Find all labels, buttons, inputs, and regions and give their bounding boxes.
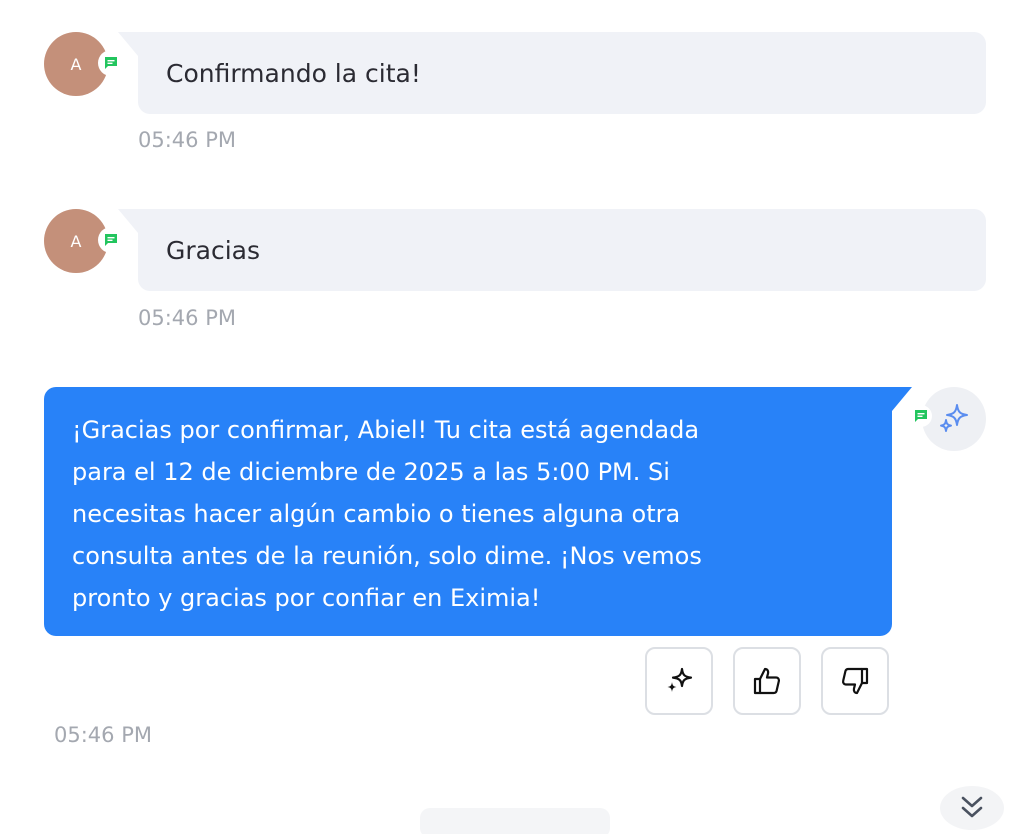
outgoing-message-bubble: ¡Gracias por confirmar, Abiel! Tu cita e… — [44, 387, 912, 636]
thumbs-down-icon — [841, 667, 869, 695]
thumbs-up-icon — [753, 667, 781, 695]
composer-area — [420, 808, 610, 834]
message-timestamp: 05:46 PM — [138, 128, 236, 152]
scroll-to-bottom-button[interactable] — [940, 786, 1004, 830]
message-text: Gracias — [166, 235, 261, 265]
message-line: necesitas hacer algún cambio o tienes al… — [72, 500, 681, 528]
message-line: ¡Gracias por confirmar, Abiel! Tu cita e… — [72, 416, 700, 444]
sparkle-icon — [667, 667, 693, 692]
message-text: Confirmando la cita! — [166, 58, 421, 88]
message-timestamp: 05:46 PM — [54, 723, 152, 747]
chat-channel-icon — [910, 405, 932, 427]
double-chevron-down-icon — [961, 796, 983, 818]
message-line: consulta antes de la reunión, solo dime.… — [72, 542, 702, 570]
sparkle-icon — [940, 404, 968, 432]
incoming-message-bubble: Confirmando la cita! — [118, 32, 986, 114]
ai-assistant-avatar — [922, 387, 986, 451]
incoming-message-bubble: Gracias — [118, 209, 986, 291]
avatar-initial: A — [70, 231, 82, 251]
message-timestamp: 05:46 PM — [138, 306, 236, 330]
avatar-initial: A — [70, 54, 82, 74]
chat-thread: A Confirmando la cita! 05:46 PM A Gracia… — [0, 0, 1024, 834]
ai-improve-button[interactable] — [645, 647, 713, 715]
message-line: para el 12 de diciembre de 2025 a las 5:… — [72, 458, 670, 486]
thumbs-down-button[interactable] — [821, 647, 889, 715]
thumbs-up-button[interactable] — [733, 647, 801, 715]
message-line: pronto y gracias por confiar en Eximia! — [72, 584, 541, 612]
